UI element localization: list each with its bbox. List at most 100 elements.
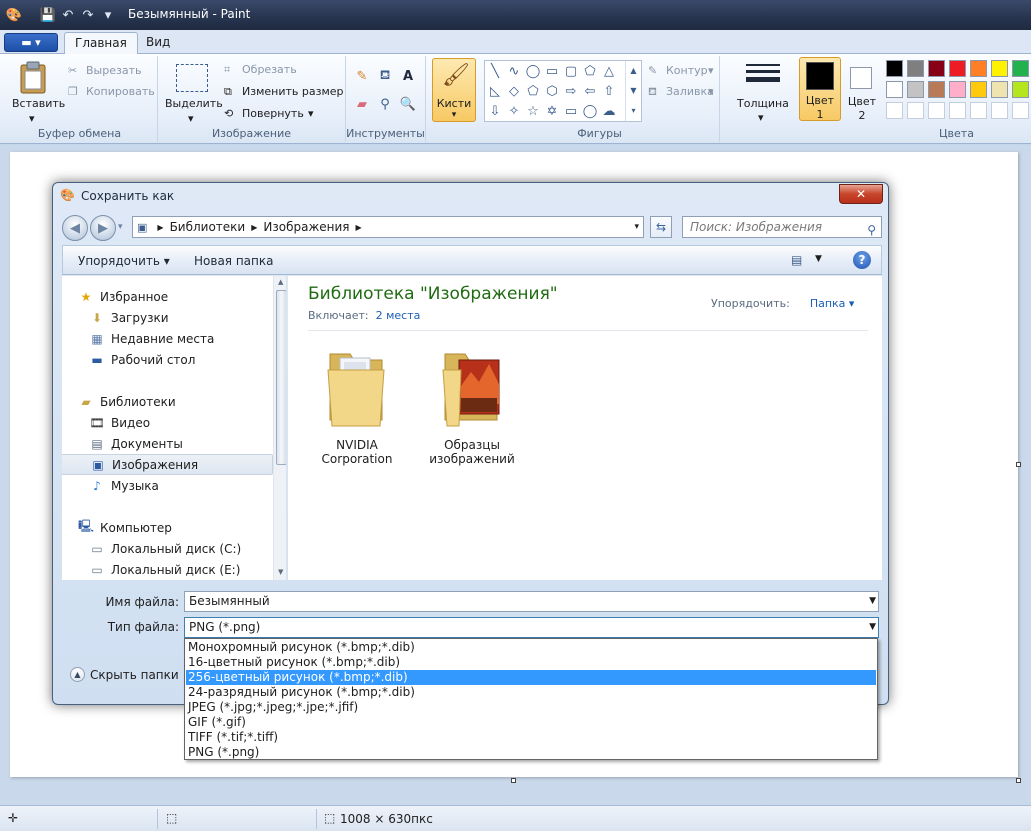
color2-button[interactable]: Цвет 2 <box>844 57 880 122</box>
close-button[interactable]: ✕ <box>839 184 883 204</box>
arrange-by-dropdown[interactable]: Папка ▾ <box>800 297 855 310</box>
rotate-button[interactable]: Повернуть <box>242 107 304 120</box>
nav-item-desktop[interactable]: ▬ Рабочий стол <box>89 349 286 370</box>
up-arrow-shape-icon[interactable]: ⇧ <box>601 83 617 99</box>
breadcrumb-chevron-icon[interactable]: ▶ <box>356 223 362 232</box>
color-swatch[interactable] <box>949 60 966 77</box>
select-dropdown-icon[interactable]: ▾ <box>188 112 194 125</box>
fill-button[interactable]: Заливка <box>666 85 714 98</box>
address-dropdown-icon[interactable]: ▾ <box>634 222 639 232</box>
filetype-dropdown-icon[interactable]: ▼ <box>869 618 876 637</box>
nav-item-recent-places[interactable]: ▦ Недавние места <box>89 328 286 349</box>
polygon-shape-icon[interactable]: ⬠ <box>582 63 598 79</box>
paste-button[interactable]: Вставить <box>12 97 65 110</box>
filename-input[interactable]: Безымянный ▼ <box>184 591 879 612</box>
rounded-callout-shape-icon[interactable]: ▭ <box>563 103 579 119</box>
color-swatch[interactable] <box>949 102 966 119</box>
brushes-button[interactable]: 🖌 Кисти ▾ <box>432 58 476 122</box>
hide-folders-button[interactable]: ▲ Скрыть папки <box>70 667 179 682</box>
color-swatch[interactable] <box>970 102 987 119</box>
outline-button[interactable]: Контур <box>666 64 708 77</box>
nav-item-computer[interactable]: 🖳 Компьютер <box>78 517 286 538</box>
canvas-resize-handle-bottom[interactable] <box>511 778 516 783</box>
color-picker-icon[interactable]: ⚲ <box>377 96 393 112</box>
resize-button[interactable]: Изменить размер <box>242 85 344 98</box>
recent-pages-icon[interactable]: ▾ <box>118 222 123 232</box>
color-swatch[interactable] <box>991 102 1008 119</box>
oval-shape-icon[interactable]: ◯ <box>525 63 541 79</box>
four-point-star-shape-icon[interactable]: ✧ <box>506 103 522 119</box>
hexagon-shape-icon[interactable]: ⬡ <box>544 83 560 99</box>
size-button[interactable]: Толщина <box>737 97 789 110</box>
color-swatch[interactable] <box>1012 60 1029 77</box>
redo-icon[interactable]: ↷ <box>78 6 98 24</box>
nav-item-drive-e[interactable]: ▭ Локальный диск (E:) <box>89 559 286 580</box>
folder-nvidia[interactable]: NVIDIA Corporation <box>307 346 407 466</box>
refresh-button[interactable]: ⇆ <box>650 216 672 238</box>
rectangle-shape-icon[interactable]: ▭ <box>544 63 560 79</box>
breadcrumb-pictures[interactable]: Изображения <box>263 220 349 234</box>
address-bar[interactable]: ▣ ▶ Библиотеки ▶ Изображения ▶ ▾ <box>132 216 644 238</box>
line-shape-icon[interactable]: ╲ <box>487 63 503 79</box>
color1-button[interactable]: Цвет 1 <box>799 57 841 121</box>
color-swatch[interactable] <box>970 60 987 77</box>
folder-sample-pictures[interactable]: Образцы изображений <box>422 346 522 466</box>
right-triangle-shape-icon[interactable]: ◺ <box>487 83 503 99</box>
curve-shape-icon[interactable]: ∿ <box>506 63 522 79</box>
color-swatch[interactable] <box>1012 102 1029 119</box>
undo-icon[interactable]: ↶ <box>58 6 78 24</box>
filetype-select[interactable]: PNG (*.png) ▼ <box>184 617 879 638</box>
nav-item-video[interactable]: 🎞 Видео <box>89 412 286 433</box>
select-button[interactable]: Выделить <box>165 97 223 110</box>
fill-bucket-icon[interactable]: ⛾ <box>377 68 393 84</box>
copy-button[interactable]: Копировать <box>86 85 155 98</box>
filetype-option[interactable]: JPEG (*.jpg;*.jpeg;*.jpe;*.jfif) <box>186 700 876 715</box>
color-swatch[interactable] <box>886 81 903 98</box>
nav-item-pictures[interactable]: ▣ Изображения <box>62 454 273 475</box>
color-swatch[interactable] <box>991 60 1008 77</box>
cut-button[interactable]: Вырезать <box>86 64 141 77</box>
line-width-icon[interactable] <box>746 64 780 82</box>
filetype-option[interactable]: TIFF (*.tif;*.tiff) <box>186 730 876 745</box>
color-swatch[interactable] <box>970 81 987 98</box>
view-dropdown-icon[interactable]: ▼ <box>815 254 822 264</box>
breadcrumb-libraries[interactable]: Библиотеки <box>170 220 246 234</box>
left-arrow-shape-icon[interactable]: ⇦ <box>582 83 598 99</box>
color-swatch[interactable] <box>928 81 945 98</box>
nav-item-libraries[interactable]: ▰ Библиотеки <box>78 391 286 412</box>
magnifier-icon[interactable]: 🔍 <box>400 96 416 112</box>
breadcrumb-chevron-icon[interactable]: ▶ <box>157 223 163 232</box>
nav-item-documents[interactable]: ▤ Документы <box>89 433 286 454</box>
eraser-icon[interactable]: ▰ <box>354 96 370 112</box>
color-swatch[interactable] <box>928 102 945 119</box>
tab-home[interactable]: Главная <box>64 32 138 55</box>
color-swatch[interactable] <box>907 60 924 77</box>
scroll-down-icon[interactable]: ▼ <box>278 568 283 576</box>
crop-button[interactable]: Обрезать <box>242 63 297 76</box>
paste-dropdown-icon[interactable]: ▾ <box>29 112 35 125</box>
filename-dropdown-icon[interactable]: ▼ <box>869 592 876 611</box>
size-dropdown-icon[interactable]: ▾ <box>758 111 764 124</box>
scroll-up-icon[interactable]: ▲ <box>278 278 283 286</box>
search-input[interactable]: Поиск: Изображения ⚲ <box>682 216 882 238</box>
paint-app-icon[interactable]: 🎨 <box>4 6 24 24</box>
rounded-rectangle-shape-icon[interactable]: ▢ <box>563 63 579 79</box>
forward-button[interactable]: ▶ <box>90 215 116 241</box>
color-swatch[interactable] <box>949 81 966 98</box>
select-icon[interactable] <box>176 64 208 92</box>
color-swatch[interactable] <box>991 81 1008 98</box>
paint-menu-button[interactable]: ▬ ▾ <box>4 33 58 52</box>
back-button[interactable]: ◀ <box>62 215 88 241</box>
pentagon-shape-icon[interactable]: ⬠ <box>525 83 541 99</box>
nav-item-downloads[interactable]: ⬇ Загрузки <box>89 307 286 328</box>
filetype-option[interactable]: 16-цветный рисунок (*.bmp;*.dib) <box>186 655 876 670</box>
five-point-star-shape-icon[interactable]: ☆ <box>525 103 541 119</box>
shapes-scroll[interactable]: ▲ ▼ ▾ <box>625 61 641 121</box>
filetype-option[interactable]: GIF (*.gif) <box>186 715 876 730</box>
filetype-option[interactable]: Монохромный рисунок (*.bmp;*.dib) <box>186 640 876 655</box>
filetype-option-highlighted[interactable]: 256-цветный рисунок (*.bmp;*.dib) <box>186 670 876 685</box>
color-swatch[interactable] <box>907 102 924 119</box>
rotate-dropdown-icon[interactable]: ▾ <box>308 107 314 120</box>
text-tool-icon[interactable]: A <box>400 68 416 84</box>
down-arrow-shape-icon[interactable]: ⇩ <box>487 103 503 119</box>
